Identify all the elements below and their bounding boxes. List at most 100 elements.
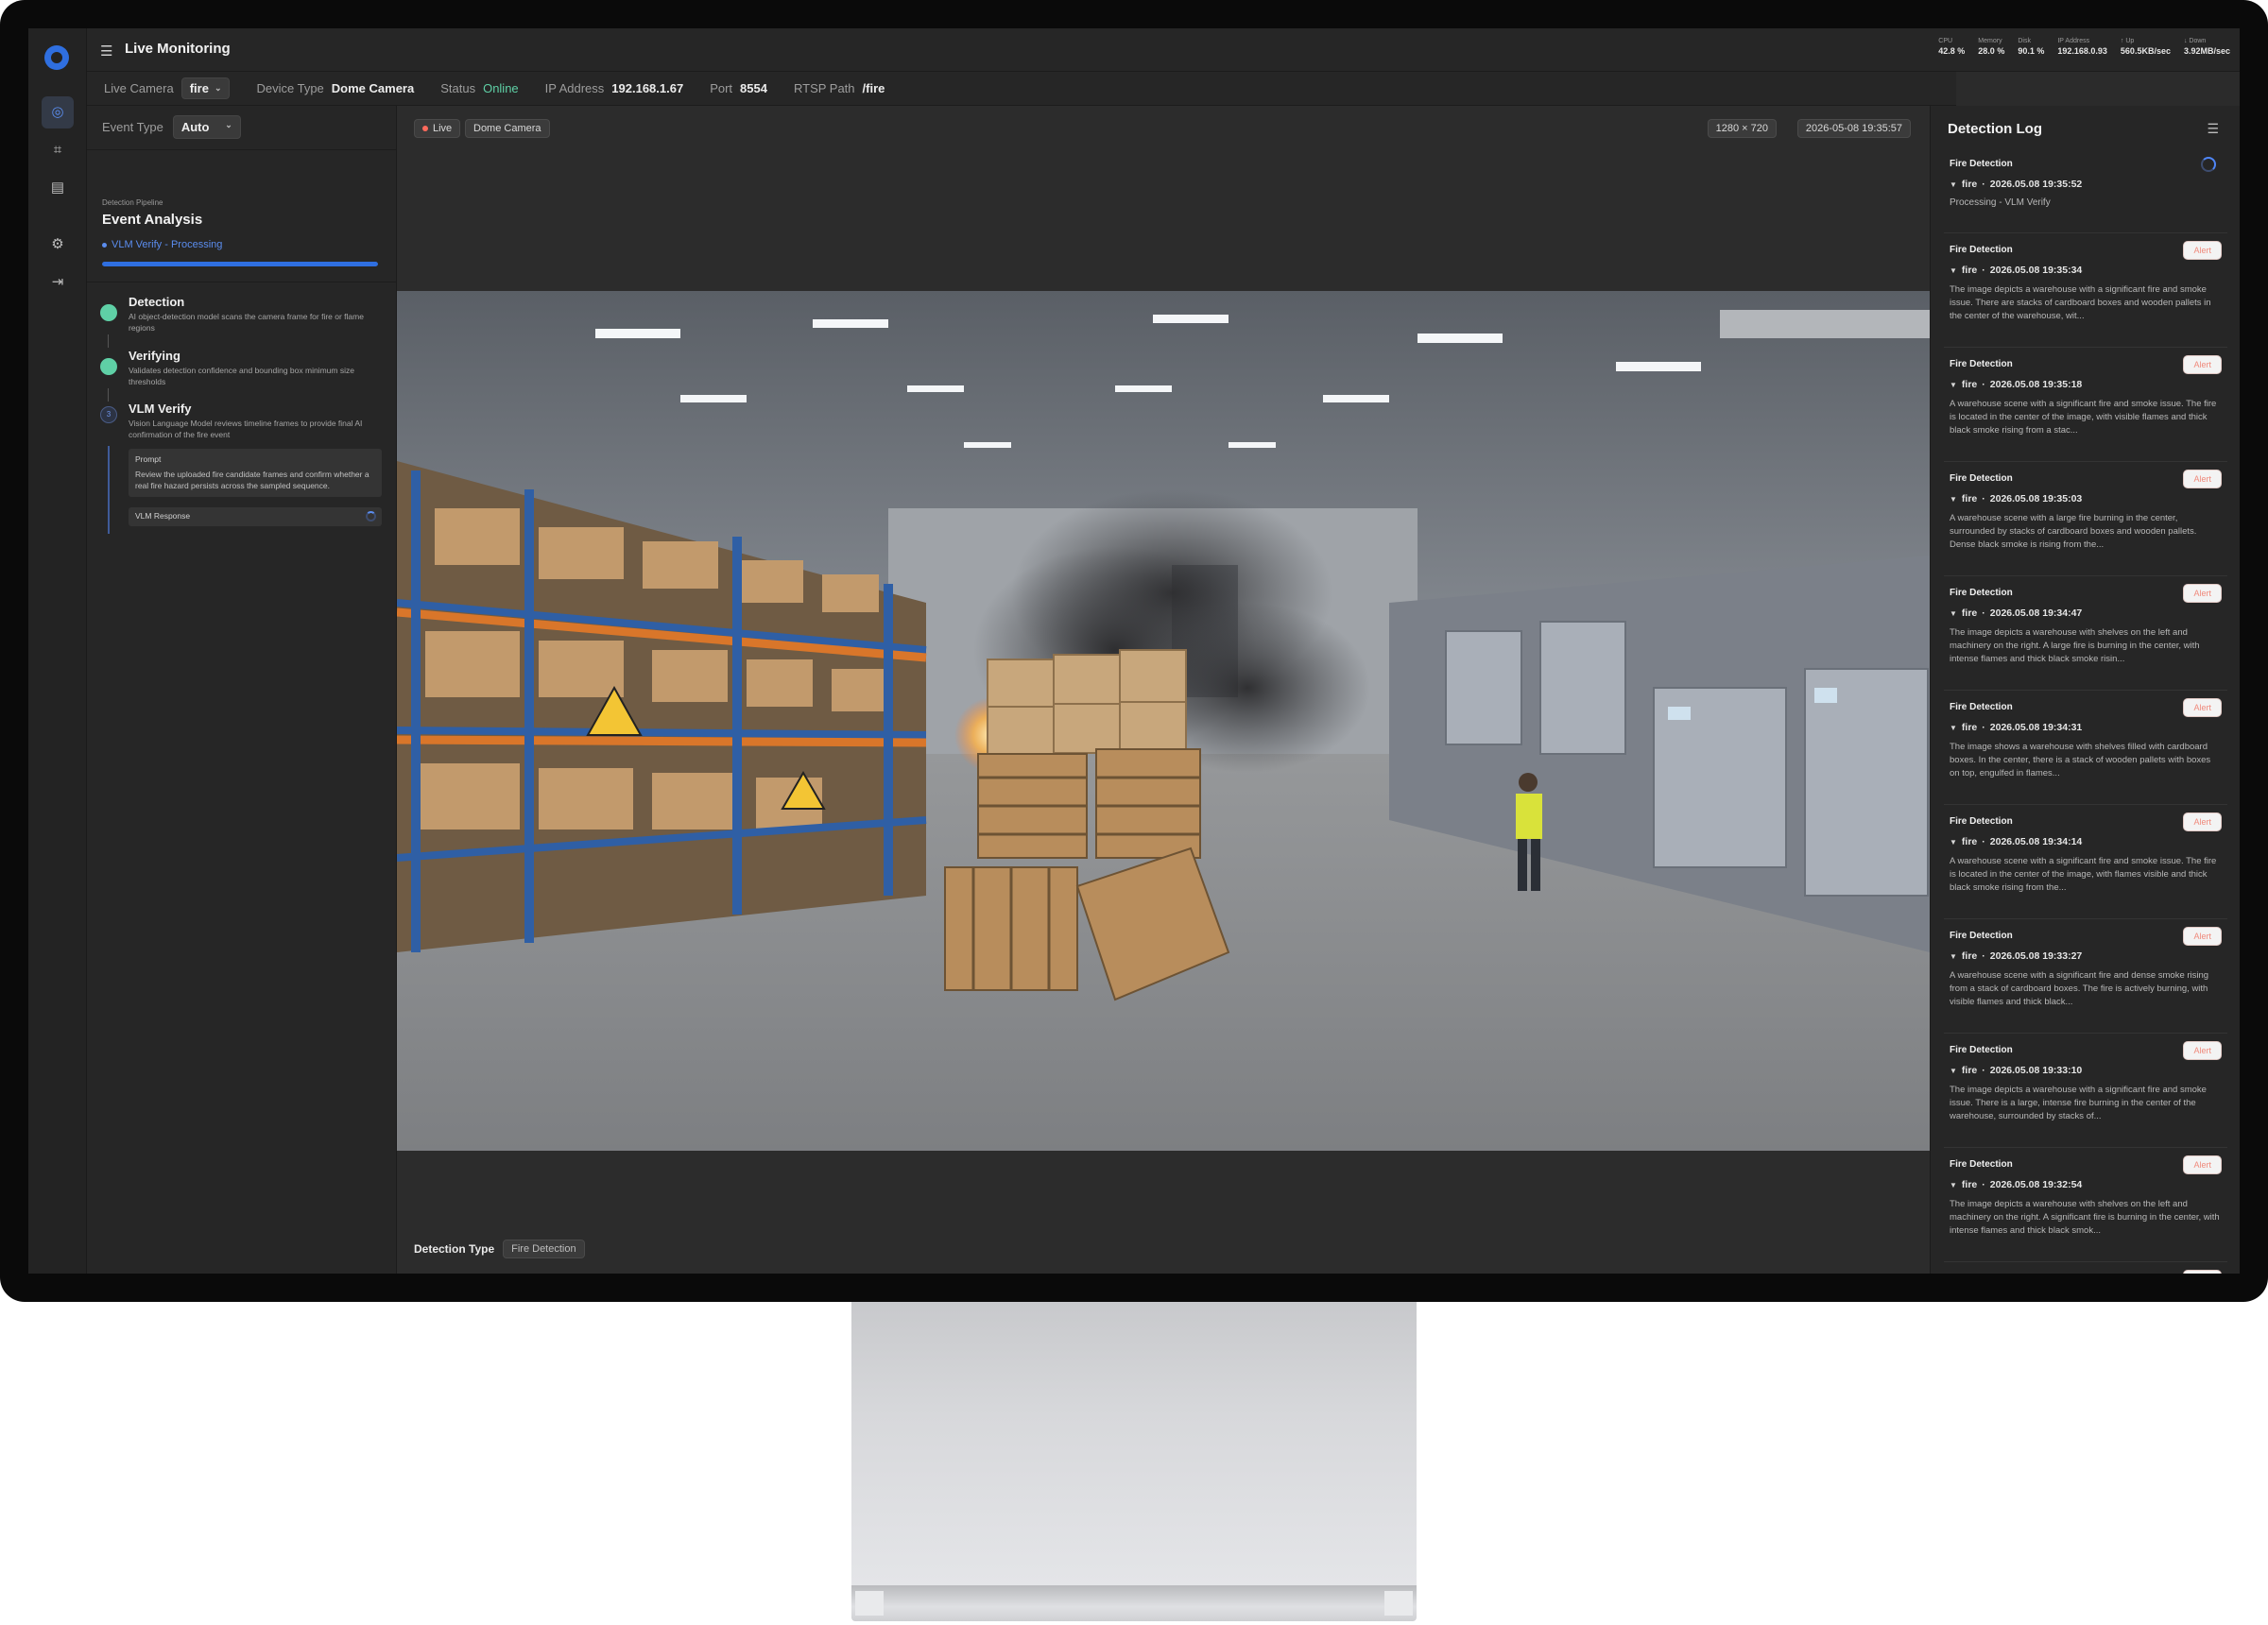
log-item[interactable]: Fire Detection ▼ fire · 2026.05.08 19:32:54 T… xyxy=(1944,1148,2227,1262)
log-item-title: Fire Detection xyxy=(1950,473,2013,484)
camera-icon: ▼ xyxy=(1950,723,1957,732)
alert-badge: Alert xyxy=(2183,241,2222,260)
settings-nav-icon[interactable]: ⚙ xyxy=(42,229,74,261)
log-item-description: The image depicts a warehouse with shelv… xyxy=(1950,627,2200,664)
stat-cpu: CPU 42.8 % xyxy=(1938,38,1966,56)
log-item[interactable]: Fire Detection ▼ fire · 2026.05.08 19:35:18 A… xyxy=(1944,348,2227,462)
camera-icon: ▼ xyxy=(1950,265,1957,275)
app-logo xyxy=(44,45,69,70)
alert-badge: Alert xyxy=(2183,1155,2222,1174)
detection-log-list: Fire Detection ▼ fire · 2026.05.08 19:35:52 P… xyxy=(1944,147,2227,1274)
log-item-meta: ▼ fire · 2026.05.08 19:32:54 xyxy=(1950,1179,2083,1190)
camera-icon: ▼ xyxy=(1950,837,1957,847)
alert-badge: Alert xyxy=(2183,698,2222,717)
chevron-down-icon: ⌄ xyxy=(225,120,232,129)
filter-icon[interactable]: ☰ xyxy=(2207,121,2219,137)
log-item-meta: ▼ fire · 2026.05.08 19:35:03 xyxy=(1950,493,2083,505)
log-item[interactable]: Fire Detection ▼ fire · 2026.05.08 19:33:10 T… xyxy=(1944,1034,2227,1148)
camera-type-tag: Dome Camera xyxy=(465,119,550,138)
app-title: Live Monitoring xyxy=(125,41,231,57)
stat-download: ↓ Down 3.92MB/sec xyxy=(2183,38,2230,56)
log-item-meta: ▼ fire · 2026.05.08 19:33:27 xyxy=(1950,950,2083,962)
live-camera-select[interactable]: fire ⌄ xyxy=(180,77,231,99)
live-monitoring-nav-icon[interactable]: ◎ xyxy=(42,96,74,128)
log-item-title: Fire Detection xyxy=(1950,245,2013,255)
stat-memory: Memory 28.0 % xyxy=(1978,38,2005,56)
video-area: Live Dome Camera 1280 × 720 2026-05-08 1… xyxy=(397,106,1930,1274)
log-item[interactable]: Fire Detection ▼ fire · 2026.05.08 19:33:27 A… xyxy=(1944,919,2227,1034)
vlm-progress-rail xyxy=(108,446,110,534)
step-number-badge: 3 xyxy=(100,406,117,423)
pipeline-title: Event Analysis xyxy=(102,212,203,228)
log-item-description: A warehouse scene with a significant fir… xyxy=(1950,856,2217,893)
alert-badge: Alert xyxy=(2183,470,2222,488)
camera-info-bar: Live Camera fire ⌄ Device Type Dome Camer… xyxy=(87,72,1956,106)
event-type-select[interactable]: Auto ⌄ xyxy=(172,115,241,139)
log-item-meta: ▼ fire · 2026.05.08 19:35:18 xyxy=(1950,379,2083,390)
monitor-stand-base xyxy=(851,1585,1417,1621)
pipeline-kicker: Detection Pipeline xyxy=(102,198,163,207)
rtsp-path-field: RTSP Path /fire xyxy=(793,81,885,95)
report-nav-icon[interactable]: ▤ xyxy=(42,172,74,204)
log-item-meta: ▼ fire · 2026.05.08 19:34:14 xyxy=(1950,836,2083,847)
alert-badge: Alert xyxy=(2183,584,2222,603)
log-item-title: Fire Detection xyxy=(1950,816,2013,827)
timestamp-tag: 2026-05-08 19:35:57 xyxy=(1796,119,1911,138)
log-item-title: Fire Detection xyxy=(1950,159,2013,169)
log-item-title: Fire Detection xyxy=(1950,1159,2013,1170)
log-item[interactable]: Fire Detection ▼ fire · 2026.05.08 19:35:34 T… xyxy=(1944,233,2227,348)
camera-icon: ▼ xyxy=(1950,494,1957,504)
divider xyxy=(87,149,397,150)
log-item-title: Fire Detection xyxy=(1950,702,2013,712)
prompt-box: Prompt Review the uploaded fire candidat… xyxy=(129,449,382,497)
log-item-description: A warehouse scene with a large fire burn… xyxy=(1950,513,2197,550)
log-item[interactable]: Fire Detection ▼ fire · 2026.05.08 19:35:52 P… xyxy=(1944,147,2227,233)
monitor-bezel: ◎ ⌗ ▤ ⚙ ⇥ ☰ Live Monitoring CPU 42.8 % Me… xyxy=(0,0,2268,1302)
log-item[interactable]: Fire Detection ▼ fire · 2026.05.08 19:34:47 T… xyxy=(1944,576,2227,691)
log-item[interactable]: Fire Detection ▼ fire · 2026.05.08 19:35:03 A… xyxy=(1944,462,2227,576)
log-item-description: The image shows a warehouse with shelves… xyxy=(1950,742,2211,778)
alert-badge: Alert xyxy=(2183,355,2222,374)
pipeline-progress-bar xyxy=(102,262,378,266)
log-item-status: Processing - VLM Verify xyxy=(1950,197,2051,208)
logout-nav-icon[interactable]: ⇥ xyxy=(42,266,74,299)
event-analysis-panel: Event Type Auto ⌄ Detection Pipeline Even… xyxy=(87,106,441,1274)
camera-icon: ▼ xyxy=(1950,951,1957,961)
zone-editor-nav-icon[interactable]: ⌗ xyxy=(42,134,74,166)
camera-icon: ▼ xyxy=(1950,180,1957,189)
camera-feed[interactable] xyxy=(397,291,1930,1151)
screen: ◎ ⌗ ▤ ⚙ ⇥ ☰ Live Monitoring CPU 42.8 % Me… xyxy=(28,28,2240,1274)
log-item[interactable]: Fire Detection ▼ fire · 2026.05.08 19:34:31 T… xyxy=(1944,691,2227,805)
log-item-description: A warehouse scene with a significant fir… xyxy=(1950,970,2209,1007)
log-item-meta: ▼ fire · 2026.05.08 19:34:31 xyxy=(1950,722,2083,733)
log-item-description: The image depicts a warehouse with shelv… xyxy=(1950,1199,2220,1236)
alert-badge: Alert xyxy=(2183,1270,2222,1274)
check-icon xyxy=(100,304,117,321)
pipeline-status: VLM Verify - Processing xyxy=(102,239,222,250)
log-item-title: Fire Detection xyxy=(1950,931,2013,941)
stat-disk: Disk 90.1 % xyxy=(2018,38,2045,56)
menu-icon[interactable]: ☰ xyxy=(100,43,112,60)
log-item-description: The image depicts a warehouse with a sig… xyxy=(1950,1085,2207,1121)
monitor-stand xyxy=(851,1302,1417,1585)
camera-icon: ▼ xyxy=(1950,1180,1957,1189)
event-type-row: Event Type Auto ⌄ xyxy=(102,115,241,139)
icon-rail: ◎ ⌗ ▤ ⚙ ⇥ xyxy=(28,28,87,1274)
top-bar: ☰ Live Monitoring CPU 42.8 % Memory 28.0 %… xyxy=(87,28,2240,72)
device-type-field: Device Type Dome Camera xyxy=(256,81,415,95)
ip-address-field: IP Address 192.168.1.67 xyxy=(544,81,684,95)
warehouse-fire-scene xyxy=(397,291,1930,1151)
log-item-title: Fire Detection xyxy=(1950,1045,2013,1055)
log-item-meta: ▼ fire · 2026.05.08 19:35:34 xyxy=(1950,265,2083,276)
live-tag: Live xyxy=(414,119,461,138)
log-item-description: A warehouse scene with a significant fir… xyxy=(1950,399,2217,436)
log-item-description: The image depicts a warehouse with a sig… xyxy=(1950,284,2211,321)
log-item-title: Fire Detection xyxy=(1950,588,2013,598)
alert-badge: Alert xyxy=(2183,812,2222,831)
resolution-tag: 1280 × 720 xyxy=(1707,119,1777,138)
status-field: Status Online xyxy=(440,81,519,95)
camera-icon: ▼ xyxy=(1950,380,1957,389)
log-item[interactable]: Fire Detection ▼ fire · 2026.05.08 19:34:14 A… xyxy=(1944,805,2227,919)
log-item[interactable]: Fire DetectionAlert xyxy=(1944,1262,2227,1274)
status-badge: Online xyxy=(483,81,519,95)
